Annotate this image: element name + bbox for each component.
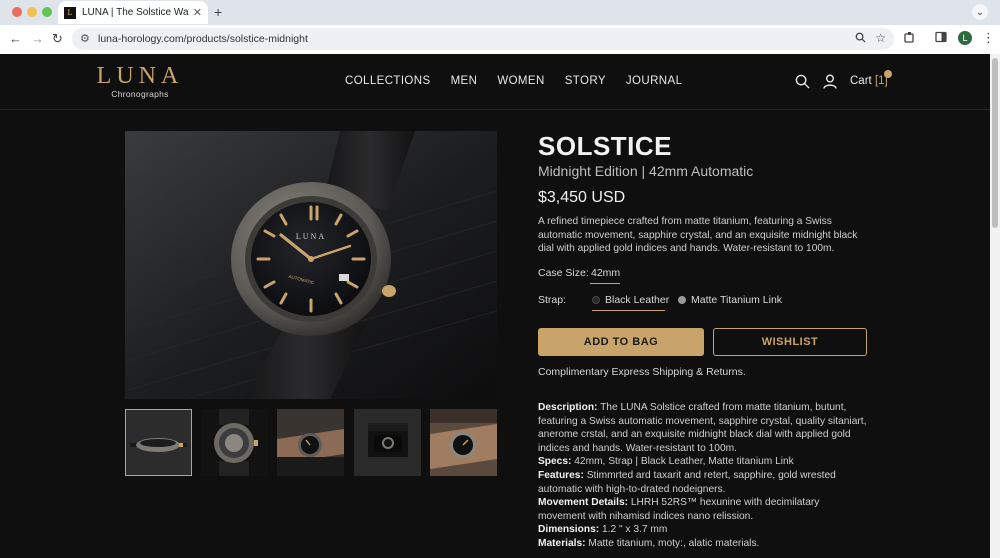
- product-thumbnails: [125, 409, 497, 476]
- nav-journal[interactable]: JOURNAL: [626, 75, 682, 87]
- page-scrollbar[interactable]: [990, 54, 1000, 558]
- close-window-button[interactable]: [12, 7, 22, 17]
- shipping-note: Complimentary Express Shipping & Returns…: [538, 366, 746, 378]
- reload-icon[interactable]: ↻: [52, 31, 63, 47]
- forward-arrow-icon[interactable]: →: [31, 31, 44, 46]
- thumbnail-side-view[interactable]: [125, 409, 192, 476]
- site-header: LUNA Chronographs COLLECTIONS MEN WOMEN …: [0, 54, 990, 110]
- detail-specs: Specs: 42mm, Strap | Black Leather, Matt…: [538, 456, 794, 468]
- product-price: $3,450 USD: [538, 189, 626, 206]
- maximize-window-button[interactable]: [42, 7, 52, 17]
- strap-option: Strap: Black Leather Matte Titanium Link: [538, 294, 868, 314]
- minimize-window-button[interactable]: [27, 7, 37, 17]
- tab-search-chevron-icon[interactable]: ⌄: [972, 4, 988, 20]
- product-description: A refined timepiece crafted from matte t…: [538, 216, 858, 254]
- cart-label: Cart: [850, 75, 872, 87]
- logo-subtitle: Chronographs: [111, 89, 169, 99]
- bookmark-star-icon[interactable]: ☆: [875, 31, 886, 45]
- thumbnail-wrist-shot[interactable]: [277, 409, 344, 476]
- nav-collections[interactable]: COLLECTIONS: [345, 75, 431, 87]
- add-to-bag-button[interactable]: ADD TO BAG: [538, 328, 704, 356]
- detail-dimensions: Dimensions: 1.2 " x 3.7 mm: [538, 524, 668, 536]
- nav-story[interactable]: STORY: [565, 75, 606, 87]
- nav-men[interactable]: MEN: [451, 75, 478, 87]
- detail-features: Features: Stimmrted ard taxarit and rete…: [538, 469, 836, 495]
- site-settings-icon[interactable]: ⚙: [80, 32, 90, 45]
- active-tab[interactable]: L LUNA | The Solstice Watch ✕: [58, 1, 208, 24]
- new-tab-icon[interactable]: +: [214, 4, 222, 20]
- thumbnail-lifestyle[interactable]: [430, 409, 497, 476]
- tab-title: LUNA | The Solstice Watch: [82, 7, 189, 18]
- strap-matte-titanium-link[interactable]: Matte Titanium Link: [691, 294, 782, 306]
- product-subtitle: Midnight Edition | 42mm Automatic: [538, 163, 754, 179]
- browser-menu-icon[interactable]: ⋮: [982, 30, 995, 46]
- address-bar[interactable]: ⚙ luna-horology.com/products/solstice-mi…: [72, 28, 894, 50]
- product-info: SOLSTICE Midnight Edition | 42mm Automat…: [538, 131, 878, 256]
- wishlist-button[interactable]: WISHLIST: [713, 328, 867, 356]
- dial-brand-text: LUNA: [296, 232, 326, 241]
- strap-black-leather[interactable]: Black Leather: [605, 294, 669, 306]
- product-title: SOLSTICE: [538, 131, 673, 161]
- sidebar-icon[interactable]: [935, 31, 947, 46]
- case-size-42mm[interactable]: 42mm: [591, 267, 620, 279]
- strap-selected-underline: [592, 310, 665, 311]
- search-icon[interactable]: [795, 74, 810, 94]
- site-favicon-icon: L: [64, 6, 76, 19]
- account-icon[interactable]: [823, 74, 837, 94]
- url-text[interactable]: luna-horology.com/products/solstice-midn…: [98, 33, 308, 45]
- titanium-link-swatch[interactable]: [678, 296, 686, 304]
- case-size-selected-underline: [590, 283, 620, 284]
- thumbnail-caseback[interactable]: [201, 409, 268, 476]
- tab-close-icon[interactable]: ✕: [193, 6, 202, 19]
- scrollbar-thumb[interactable]: [992, 58, 998, 228]
- tab-strip: L LUNA | The Solstice Watch ✕ + ⌄: [0, 0, 1000, 24]
- product-details: Description: The LUNA Solstice crafted f…: [538, 401, 868, 551]
- black-leather-swatch[interactable]: [592, 296, 600, 304]
- brand-logo[interactable]: LUNA Chronographs: [96, 64, 184, 99]
- nav-women[interactable]: WOMEN: [497, 75, 544, 87]
- case-size-label: Case Size:: [538, 267, 589, 279]
- browser-toolbar: ← → ↻ ⚙ luna-horology.com/products/solst…: [0, 25, 1000, 54]
- product-main-image[interactable]: LUNA AUTOMATIC: [125, 131, 497, 399]
- back-arrow-icon[interactable]: ←: [9, 31, 22, 46]
- cart-link[interactable]: Cart [1]: [850, 75, 888, 87]
- logo-wordmark: LUNA: [96, 63, 184, 89]
- cart-badge: [884, 70, 892, 78]
- thumbnail-gift-box[interactable]: [354, 409, 421, 476]
- extensions-icon[interactable]: [904, 31, 916, 46]
- main-navigation: COLLECTIONS MEN WOMEN STORY JOURNAL: [345, 75, 682, 87]
- detail-movement: Movement Details: LHRH 52RS™ hexunine wi…: [538, 497, 820, 522]
- browser-chrome: L LUNA | The Solstice Watch ✕ + ⌄ ← → ↻ …: [0, 0, 1000, 54]
- zoom-icon[interactable]: [855, 32, 866, 46]
- web-page: LUNA Chronographs COLLECTIONS MEN WOMEN …: [0, 54, 990, 558]
- strap-label: Strap:: [538, 294, 567, 306]
- detail-description: Description: The LUNA Solstice crafted f…: [538, 402, 867, 454]
- profile-avatar[interactable]: L: [958, 31, 972, 45]
- case-size-option: Case Size: 42mm: [538, 267, 738, 287]
- detail-materials: Materials: Matte titanium, moty:, alatic…: [538, 537, 760, 549]
